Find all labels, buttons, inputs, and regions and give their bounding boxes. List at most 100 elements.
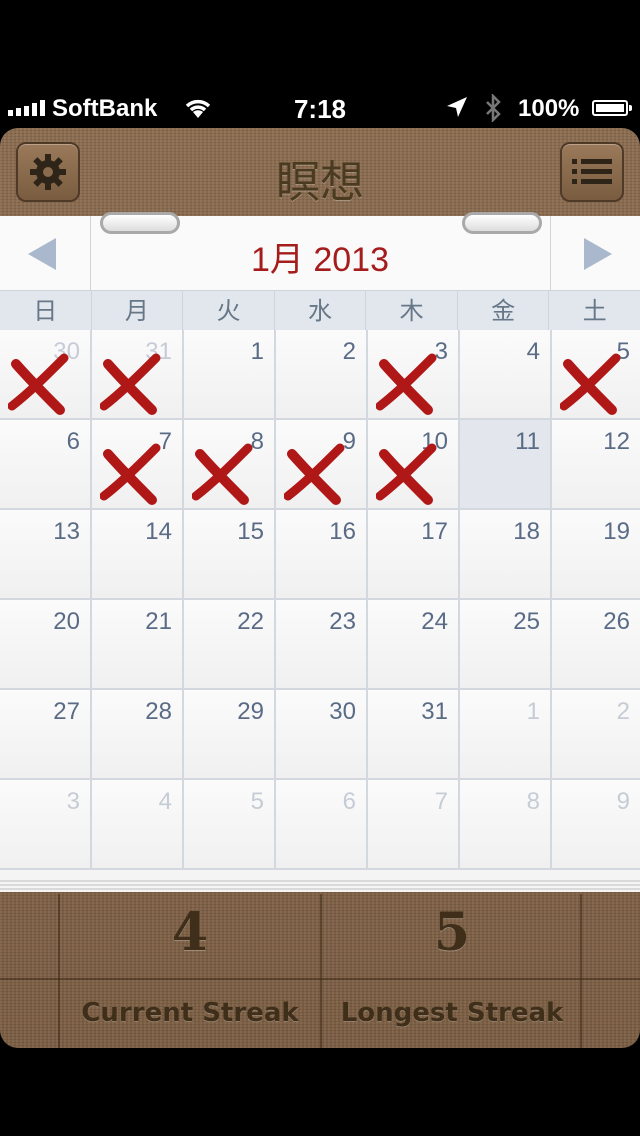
battery-percent: 100%: [518, 95, 580, 122]
day-cell[interactable]: 31: [368, 690, 460, 780]
day-number: 4: [526, 338, 540, 365]
weekday-sun: 日: [0, 291, 92, 331]
day-number: 24: [421, 608, 448, 635]
day-cell[interactable]: 5: [552, 330, 640, 420]
list-button[interactable]: [560, 142, 624, 202]
day-number: 14: [145, 518, 172, 545]
day-number: 19: [603, 518, 630, 545]
longest-streak-value: 5: [433, 902, 471, 963]
app-title: 瞑想: [276, 157, 364, 208]
day-cell[interactable]: 6: [276, 780, 368, 870]
streak-panel: 4 5 Current Streak Longest Streak: [0, 894, 640, 1048]
next-month-button[interactable]: [584, 238, 612, 270]
day-cell[interactable]: 1: [184, 330, 276, 420]
day-number: 16: [329, 518, 356, 545]
day-number: 7: [434, 788, 448, 815]
day-number: 12: [603, 428, 630, 455]
day-cell[interactable]: 8: [460, 780, 552, 870]
day-number: 15: [237, 518, 264, 545]
day-number: 8: [526, 788, 540, 815]
day-cell[interactable]: 19: [552, 510, 640, 600]
day-cell[interactable]: 22: [184, 600, 276, 690]
paper-clip-icon: [100, 212, 180, 234]
day-cell[interactable]: 10: [368, 420, 460, 510]
day-cell[interactable]: 2: [276, 330, 368, 420]
day-number: 4: [158, 788, 172, 815]
day-number: 31: [421, 698, 448, 725]
day-cell[interactable]: 11: [460, 420, 552, 510]
x-mark-icon: [376, 353, 437, 415]
longest-streak-label: Longest Streak: [340, 998, 564, 1028]
day-cell[interactable]: 17: [368, 510, 460, 600]
list-icon: [572, 159, 612, 184]
day-cell[interactable]: 26: [552, 600, 640, 690]
day-number: 2: [616, 698, 630, 725]
day-number: 1: [250, 338, 264, 365]
day-cell[interactable]: 3: [0, 780, 92, 870]
location-icon: [447, 97, 467, 117]
day-cell[interactable]: 7: [92, 420, 184, 510]
day-cell[interactable]: 6: [0, 420, 92, 510]
day-cell[interactable]: 3: [368, 330, 460, 420]
day-number: 9: [616, 788, 630, 815]
day-cell[interactable]: 14: [92, 510, 184, 600]
day-cell[interactable]: 5: [184, 780, 276, 870]
day-cell[interactable]: 31: [92, 330, 184, 420]
weekday-wed: 水: [275, 291, 367, 331]
day-cell[interactable]: 12: [552, 420, 640, 510]
day-number: 18: [513, 518, 540, 545]
day-cell[interactable]: 1: [460, 690, 552, 780]
day-number: 11: [515, 428, 540, 455]
weekday-fri: 金: [458, 291, 550, 331]
x-mark-icon: [284, 443, 345, 505]
weekday-thu: 木: [366, 291, 458, 331]
x-mark-icon: [8, 353, 69, 415]
day-number: 6: [342, 788, 356, 815]
day-cell[interactable]: 4: [92, 780, 184, 870]
divider: [550, 216, 551, 290]
day-number: 5: [250, 788, 264, 815]
day-cell[interactable]: 16: [276, 510, 368, 600]
day-number: 1: [526, 698, 540, 725]
day-cell[interactable]: 28: [92, 690, 184, 780]
x-mark-icon: [100, 443, 161, 505]
day-cell[interactable]: 4: [460, 330, 552, 420]
bluetooth-icon: [486, 94, 501, 122]
weekday-sat: 土: [582, 297, 607, 325]
day-number: 28: [145, 698, 172, 725]
day-number: 29: [237, 698, 264, 725]
day-cell[interactable]: 20: [0, 600, 92, 690]
day-number: 6: [66, 428, 80, 455]
paper-edge: [0, 880, 640, 892]
day-cell[interactable]: 8: [184, 420, 276, 510]
day-grid: 30 31 1 2 3 4 5 6 7 8 9 10 11 12 13 14 15 16 17 18 19 20 21 22 2…: [0, 330, 640, 870]
day-number: 26: [603, 608, 630, 635]
day-cell[interactable]: 18: [460, 510, 552, 600]
day-cell[interactable]: 27: [0, 690, 92, 780]
day-number: 3: [66, 788, 80, 815]
day-cell[interactable]: 29: [184, 690, 276, 780]
day-number: 25: [513, 608, 540, 635]
day-cell[interactable]: 13: [0, 510, 92, 600]
day-cell[interactable]: 21: [92, 600, 184, 690]
day-cell[interactable]: 24: [368, 600, 460, 690]
x-mark-icon: [560, 353, 621, 415]
status-bar: SoftBank 7:18 100%: [0, 88, 640, 128]
day-cell[interactable]: 30: [0, 330, 92, 420]
day-cell[interactable]: 15: [184, 510, 276, 600]
day-cell[interactable]: 9: [552, 780, 640, 870]
day-cell[interactable]: 23: [276, 600, 368, 690]
day-cell[interactable]: 25: [460, 600, 552, 690]
day-cell[interactable]: 2: [552, 690, 640, 780]
day-number: 2: [342, 338, 356, 365]
day-number: 20: [53, 608, 80, 635]
day-number: 27: [53, 698, 80, 725]
day-cell[interactable]: 9: [276, 420, 368, 510]
battery-icon: [592, 100, 632, 116]
current-streak-value: 4: [171, 902, 209, 963]
day-number: 13: [53, 518, 80, 545]
day-cell[interactable]: 7: [368, 780, 460, 870]
day-cell[interactable]: 30: [276, 690, 368, 780]
paper-clip-icon: [462, 212, 542, 234]
current-streak-label: Current Streak: [81, 998, 299, 1028]
